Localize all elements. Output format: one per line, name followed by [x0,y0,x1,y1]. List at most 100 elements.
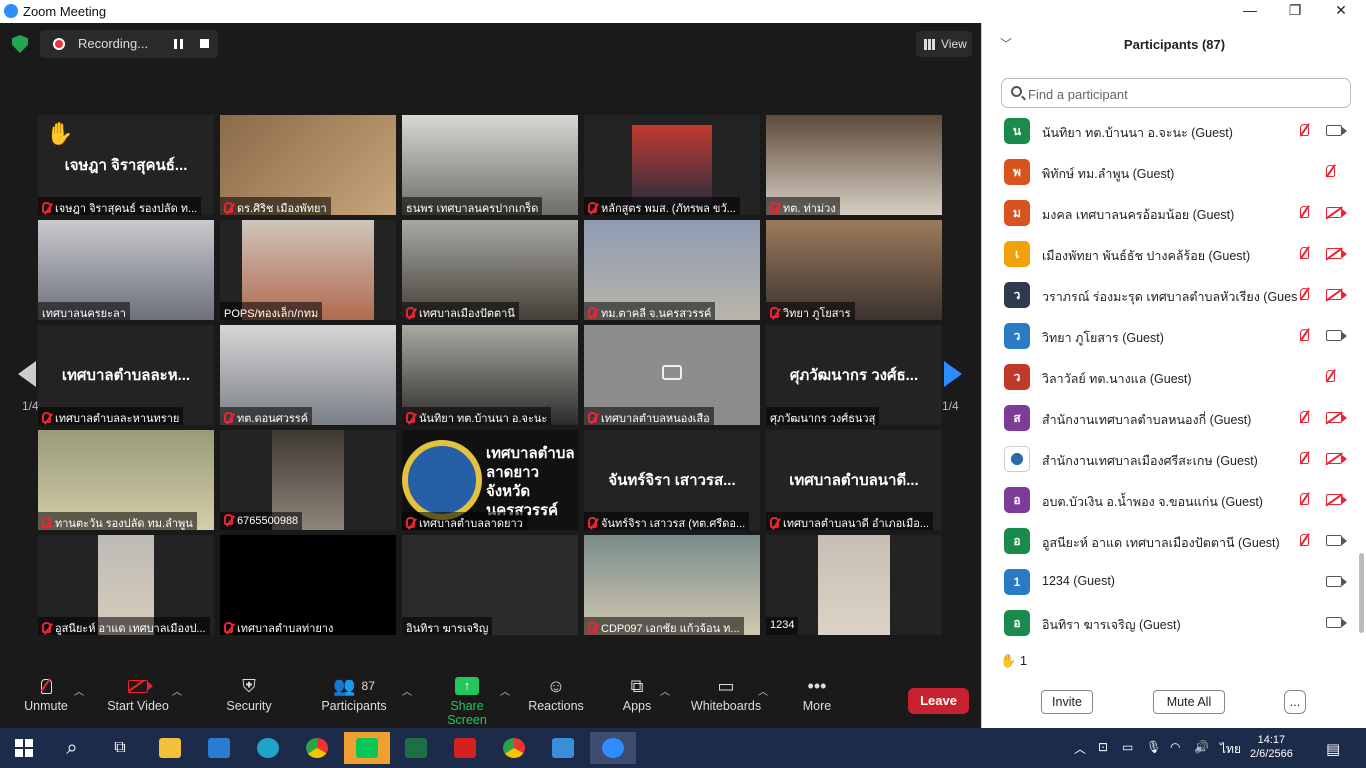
video-off-icon[interactable] [1326,248,1347,259]
chrome-icon-2[interactable] [494,732,534,764]
system-clock[interactable]: 14:17 2/6/2566 [1250,733,1293,761]
participant-row[interactable]: พ พิทักษ์ ทม.ลำพูน (Guest) [982,152,1357,193]
whiteboards-button[interactable]: ▭ Whiteboards [690,673,762,714]
participant-row[interactable]: ม มงคล เทศบาลนครอ้อมน้อย (Guest) [982,193,1357,234]
video-tile[interactable]: ทต. ท่าม่วง [766,115,942,215]
participants-button[interactable]: 👥 87 Participants [320,673,388,714]
video-tile[interactable]: หลักสูตร พมส. (ภัทรพล ขวั... [584,115,760,215]
video-tile[interactable]: เทศบาลตำบลละห... เทศบาลตำบลละหานทราย [38,325,214,425]
participant-list-scrollbar[interactable] [1359,553,1364,633]
acrobat-icon[interactable] [445,732,485,764]
close-icon[interactable]: ✕ [1326,2,1356,19]
mute-all-button[interactable]: Mute All [1153,690,1225,714]
reactions-button[interactable]: ☺ Reactions [528,673,584,714]
battery-icon[interactable]: ▭ [1122,740,1133,754]
video-tile[interactable]: เทศบาลตำบล ลาดยาว จังหวัดนครสวรรค์ เทศบาล… [402,430,578,530]
video-tile[interactable]: ทานตะวัน รองปลัด ทม.ลำพูน [38,430,214,530]
participant-row[interactable]: น นันทิยา ทต.บ้านนา อ.จะนะ (Guest) [982,111,1357,152]
video-off-icon[interactable] [1326,494,1347,505]
share-screen-button[interactable]: ↑ Share Screen [430,673,504,727]
participant-row[interactable]: ว วิลาวัลย์ ทต.นางแล (Guest) [982,357,1357,398]
restore-icon[interactable]: ❐ [1280,2,1310,19]
participant-row[interactable]: อ อบต.บัวเงิน อ.น้ำพอง จ.ขอนแก่น (Guest) [982,480,1357,521]
previous-page-icon[interactable] [18,361,36,387]
video-tile[interactable]: ศุภวัฒนากร วงศ์ธ... ศุภวัฒนากร วงศ์ธนวสุ [766,325,942,425]
tray-chevron-icon[interactable]: ︿ [1074,740,1086,757]
video-icon[interactable] [1326,535,1347,546]
line-app-icon[interactable] [344,732,390,764]
chrome-icon[interactable] [297,732,337,764]
participant-row[interactable]: ว วิทยา ภูโยสาร (Guest) [982,316,1357,357]
participant-row[interactable]: เ เมืองพัทยา พันธ์ธัช ปางคล้ร้อย (Guest) [982,234,1357,275]
participant-row[interactable]: สำนักงานเทศบาลเมืองศรีสะเกษ (Guest) [982,439,1357,480]
view-button[interactable]: View [916,31,972,57]
excel-icon[interactable] [396,732,436,764]
participant-row[interactable]: อ อินทิรา ฆารเจริญ (Guest) [982,603,1357,636]
more-button[interactable]: ••• More [800,673,834,714]
video-tile[interactable]: 6765500988 [220,430,396,530]
video-tile[interactable]: เทศบาลตำบลนาดี... เทศบาลตำบลนาดี อำเภอเมื… [766,430,942,530]
video-tile[interactable]: เทศบาลตำบลท่ายาง [220,535,396,635]
participant-search[interactable] [1001,78,1351,108]
microphone-icon[interactable]: 🎙 [1146,740,1161,754]
input-language[interactable]: ไทย [1220,740,1241,759]
video-tile[interactable]: อูสนียะห์ อาแด เทศบาลเมืองป... [38,535,214,635]
edge-browser-icon[interactable] [248,732,288,764]
video-tile[interactable]: เทศบาลตำบลหนองเสือ [584,325,760,425]
next-page-icon[interactable] [944,361,962,387]
video-off-icon[interactable] [1326,412,1347,423]
participant-row[interactable]: ส สำนักงานเทศบาลตำบลหนองกี่ (Guest) [982,398,1357,439]
video-off-icon[interactable] [1326,453,1347,464]
apps-options-chevron-icon[interactable]: ︿ [660,683,670,698]
video-tile[interactable]: เทศบาลนครยะลา [38,220,214,320]
network-icon[interactable]: ⊡ [1098,740,1108,754]
mic-muted-icon[interactable] [1326,370,1335,382]
mic-muted-icon[interactable] [1300,124,1309,136]
video-icon[interactable] [1326,125,1347,136]
video-icon[interactable] [1326,330,1347,341]
mail-icon[interactable] [199,732,239,764]
participant-row[interactable]: อ อูสนียะห์ อาแด เทศบาลเมืองปัตตานี (Gues… [982,521,1357,562]
invite-button[interactable]: Invite [1041,690,1093,714]
unmute-button[interactable]: Unmute [22,673,70,713]
video-tile[interactable]: ทม.ตาคลี จ.นครสวรรค์ [584,220,760,320]
file-explorer-icon[interactable] [150,732,190,764]
apps-button[interactable]: ⧉ Apps [620,673,654,714]
video-tile[interactable]: POPS/ทองเล็ก/กทม [220,220,396,320]
video-tile[interactable]: ✋ เจษฎา จิราสุคนธ์... เจษฎา จิราสุคนธ์ รอง… [38,115,214,215]
mic-muted-icon[interactable] [1300,206,1309,218]
video-tile[interactable]: อินทิรา ฆารเจริญ [402,535,578,635]
minimize-icon[interactable]: — [1235,2,1265,18]
video-tile[interactable]: ดร.ศิริช เมืองพัทยา [220,115,396,215]
mic-muted-icon[interactable] [1300,534,1309,546]
video-icon[interactable] [1326,576,1347,587]
mic-muted-icon[interactable] [1300,247,1309,259]
leave-button[interactable]: Leave [908,688,969,714]
mic-muted-icon[interactable] [1326,165,1335,177]
video-options-chevron-icon[interactable]: ︿ [172,683,182,698]
share-options-chevron-icon[interactable]: ︿ [500,683,510,698]
video-tile[interactable]: 1234 [766,535,942,635]
mic-muted-icon[interactable] [1300,288,1309,300]
video-off-icon[interactable] [1326,289,1347,300]
mic-muted-icon[interactable] [1300,411,1309,423]
audio-options-chevron-icon[interactable]: ︿ [74,683,84,698]
video-tile[interactable]: CDP097 เอกชัย แก้วจ้อน ท... [584,535,760,635]
mic-muted-icon[interactable] [1300,452,1309,464]
start-video-button[interactable]: Start Video [106,673,170,713]
notifications-icon[interactable]: ▤ [1326,740,1340,758]
video-tile[interactable]: เทศบาลเมืองปัตตานี [402,220,578,320]
participant-row[interactable]: ว วราภรณ์ ร่องมะรุด เทศบาลตำบลหัวเรียง (G… [982,275,1357,316]
video-tile[interactable]: ธนพร เทศบาลนครปากเกร็ด [402,115,578,215]
mic-muted-icon[interactable] [1300,493,1309,505]
video-tile[interactable]: นันทิยา ทต.บ้านนา อ.จะนะ [402,325,578,425]
volume-icon[interactable]: 🔊 [1194,740,1209,754]
wifi-icon[interactable]: ◠ [1170,740,1180,754]
zoom-app-icon[interactable] [590,732,636,764]
video-tile[interactable]: ทต.ดอนศวรรค์ [220,325,396,425]
stop-recording-icon[interactable] [200,39,209,48]
participant-search-input[interactable] [1028,84,1328,104]
security-button[interactable]: ⛨ Security [224,673,274,714]
photos-icon[interactable] [543,732,583,764]
windows-start-icon[interactable] [4,732,44,764]
